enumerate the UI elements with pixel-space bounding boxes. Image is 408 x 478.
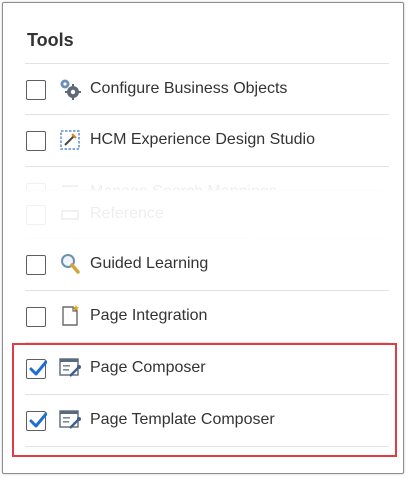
- magnifier-icon: [61, 254, 80, 274]
- tool-row-hcm-experience-design-studio[interactable]: HCM Experience Design Studio: [25, 115, 389, 167]
- tool-row-guided-learning[interactable]: Guided Learning: [25, 239, 389, 291]
- checkbox-manage-search-mappings: [26, 183, 46, 190]
- checkbox-guided-learning[interactable]: [26, 255, 46, 275]
- tool-row-page-template-composer[interactable]: Page Template Composer: [25, 395, 389, 447]
- tool-label: HCM Experience Design Studio: [90, 131, 315, 148]
- checkmark-icon: [29, 360, 47, 376]
- tool-row-manage-search-mappings: Manage Search Mappings: [25, 167, 389, 191]
- page-template-composer-icon: [59, 410, 81, 429]
- tool-label: Reference: [90, 205, 164, 222]
- tool-row-page-integration[interactable]: Page Integration: [25, 291, 389, 343]
- design-studio-icon: [60, 130, 80, 150]
- checkbox-page-integration[interactable]: [26, 307, 46, 327]
- tool-row-reference: Reference: [25, 191, 389, 239]
- checkbox-configure-business-objects[interactable]: [26, 80, 46, 100]
- tool-label: Page Template Composer: [90, 411, 275, 428]
- tool-label: Page Integration: [90, 307, 208, 324]
- checkbox-reference: [26, 205, 46, 225]
- page-integration-icon: [62, 305, 79, 326]
- checkbox-page-composer[interactable]: [26, 359, 47, 379]
- checkbox-hcm-experience-design-studio[interactable]: [26, 131, 46, 151]
- gears-icon: [60, 79, 81, 100]
- tool-row-configure-business-objects[interactable]: Configure Business Objects: [25, 63, 389, 115]
- page-composer-icon: [59, 358, 81, 377]
- checkbox-page-template-composer[interactable]: [26, 411, 47, 431]
- tool-label: Page Composer: [90, 359, 206, 376]
- tool-label: Manage Search Mappings: [90, 183, 277, 190]
- list-icon: [62, 185, 78, 187]
- tool-label: Configure Business Objects: [90, 80, 288, 97]
- checkmark-icon: [29, 412, 47, 428]
- link-icon: [61, 210, 79, 220]
- tool-label: Guided Learning: [90, 255, 209, 272]
- tools-panel: Tools Configure Business Objects HCM Exp…: [2, 2, 404, 474]
- tool-row-page-composer[interactable]: Page Composer: [25, 343, 389, 395]
- panel-title: Tools: [27, 30, 74, 50]
